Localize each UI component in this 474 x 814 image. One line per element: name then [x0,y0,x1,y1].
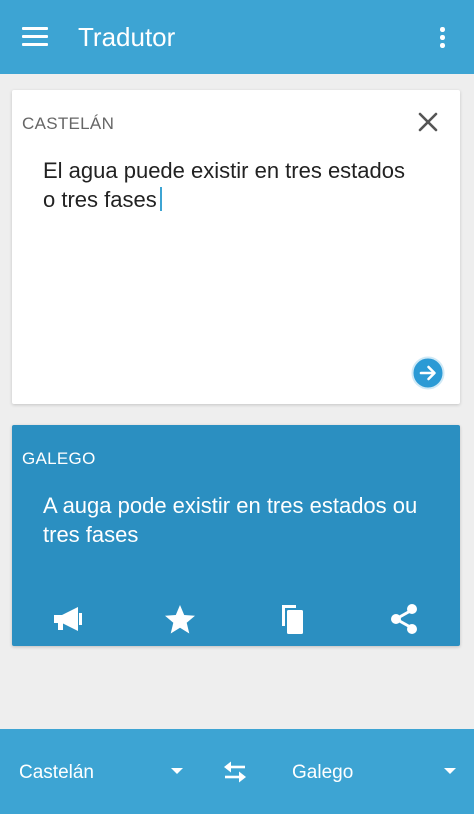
target-card: GALEGO A auga pode existir en tres estad… [12,425,460,646]
star-icon[interactable] [160,599,200,639]
to-language-label: Galego [292,762,354,783]
target-language-label: GALEGO [22,449,96,468]
text-cursor [159,187,162,211]
language-bar: Castelán Galego [0,729,474,814]
share-icon[interactable] [384,599,424,639]
more-vert-icon[interactable] [432,25,452,51]
app-title: Tradutor [78,22,176,52]
close-icon[interactable] [414,108,442,136]
hamburger-menu-icon[interactable] [22,27,48,47]
chevron-down-icon [444,768,456,774]
translated-text: A auga pode existir en tres estados ou t… [43,493,418,547]
from-language-label: Castelán [19,762,94,783]
arrow-forward-icon[interactable] [411,356,445,390]
from-language-select[interactable]: Castelán [0,729,200,814]
swap-horiz-icon[interactable] [221,759,249,785]
app-bar: Tradutor [0,0,474,74]
speak-icon[interactable] [48,599,88,639]
chevron-down-icon [171,768,183,774]
source-card: CASTELÁN El agua puede existir en tres e… [12,90,460,404]
source-language-label: CASTELÁN [22,114,115,133]
copy-icon[interactable] [272,599,312,639]
source-text-input[interactable]: El agua puede existir en tres estados o … [43,156,423,214]
source-text: El agua puede existir en tres estados o … [43,158,406,212]
to-language-select[interactable]: Galego [270,729,474,814]
